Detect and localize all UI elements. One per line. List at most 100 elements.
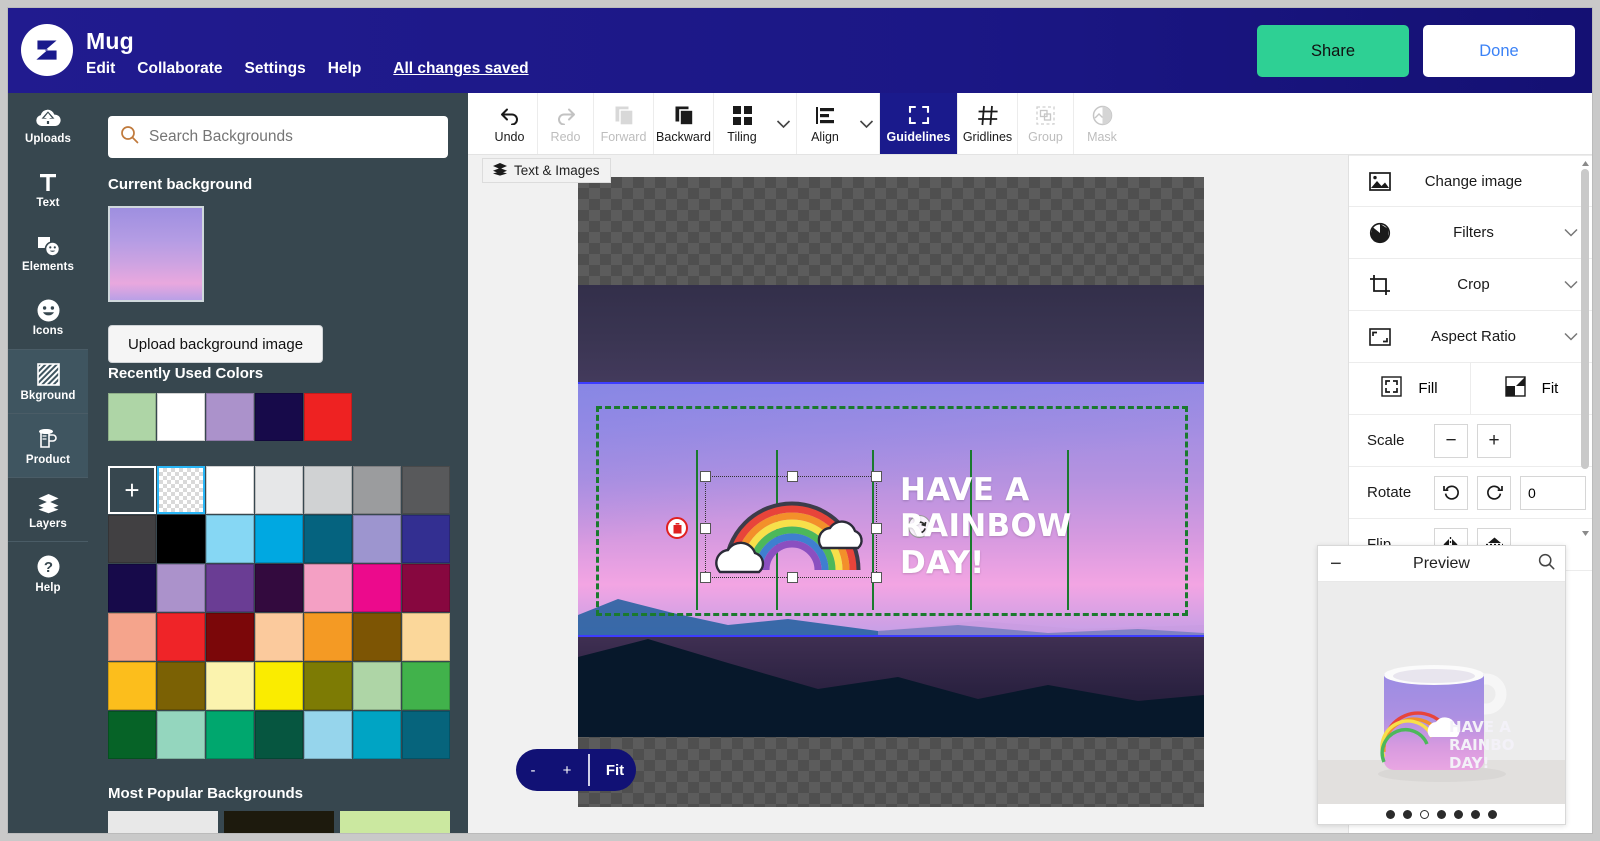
color-swatch[interactable] — [206, 613, 254, 661]
align-button[interactable]: Align — [797, 103, 853, 144]
sidebar-item-layers[interactable]: Layers — [8, 477, 88, 541]
resize-handle-ne[interactable] — [871, 471, 882, 482]
color-swatch[interactable] — [108, 564, 156, 612]
color-swatch[interactable] — [108, 515, 156, 563]
chevron-down-icon[interactable] — [1564, 328, 1578, 346]
color-swatch[interactable] — [255, 466, 303, 514]
color-swatch[interactable] — [206, 466, 254, 514]
add-custom-color-button[interactable]: + — [108, 466, 156, 514]
menu-help[interactable]: Help — [328, 60, 362, 78]
sidebar-item-uploads[interactable]: Uploads — [8, 93, 88, 157]
resize-handle-sw[interactable] — [700, 572, 711, 583]
color-swatch[interactable] — [402, 466, 450, 514]
guidelines-button[interactable]: Guidelines — [880, 93, 958, 154]
resize-handle-nw[interactable] — [700, 471, 711, 482]
selected-layer-tag[interactable]: Text & Images — [482, 158, 611, 183]
zoom-in-button[interactable]: + — [550, 749, 584, 791]
save-status-link[interactable]: All changes saved — [393, 60, 528, 78]
share-button[interactable]: Share — [1257, 25, 1409, 77]
upload-background-button[interactable]: Upload background image — [108, 325, 323, 363]
magnifier-icon[interactable] — [1538, 553, 1555, 575]
color-swatch[interactable] — [402, 564, 450, 612]
menu-collaborate[interactable]: Collaborate — [137, 60, 222, 78]
preview-pagination-dot[interactable] — [1454, 810, 1463, 819]
delete-selection-button[interactable] — [666, 517, 688, 539]
redo-button[interactable]: Redo — [538, 93, 594, 154]
preview-pagination-dot[interactable] — [1471, 810, 1480, 819]
chevron-down-icon[interactable] — [1564, 276, 1578, 294]
rotate-value-input[interactable] — [1520, 475, 1586, 510]
color-swatch[interactable] — [157, 564, 205, 612]
color-swatch[interactable] — [157, 515, 205, 563]
resize-handle-e[interactable] — [871, 523, 882, 534]
sidebar-item-elements[interactable]: Elements — [8, 221, 88, 285]
fit-button[interactable]: Fit — [1470, 363, 1592, 414]
sidebar-item-help[interactable]: ? Help — [8, 541, 88, 605]
undo-button[interactable]: Undo — [482, 93, 538, 154]
rotate-ccw-button[interactable] — [1434, 475, 1468, 510]
color-swatch[interactable] — [353, 515, 401, 563]
color-swatch[interactable] — [402, 613, 450, 661]
mask-button[interactable]: Mask — [1074, 93, 1130, 154]
search-backgrounds-field[interactable] — [108, 116, 448, 158]
preview-image[interactable]: HAVE A RAINBO DAY! — [1318, 582, 1565, 804]
preview-pagination-dot[interactable] — [1420, 810, 1429, 819]
sidebar-item-text[interactable]: Text — [8, 157, 88, 221]
recent-color-swatch[interactable] — [108, 393, 156, 441]
color-swatch[interactable] — [206, 662, 254, 710]
selection-bounding-box[interactable] — [700, 471, 882, 583]
menu-edit[interactable]: Edit — [86, 60, 115, 78]
color-swatch[interactable] — [353, 564, 401, 612]
design-stage[interactable]: HAVE A RAINBOW DAY! — [578, 177, 1204, 807]
design-artboard[interactable]: HAVE A RAINBOW DAY! — [578, 382, 1204, 637]
color-swatch[interactable] — [157, 662, 205, 710]
color-swatch[interactable] — [402, 711, 450, 759]
preview-pagination-dot[interactable] — [1488, 810, 1497, 819]
popular-background-thumbnail[interactable] — [340, 811, 450, 833]
color-swatch[interactable] — [304, 564, 352, 612]
color-swatch[interactable] — [206, 515, 254, 563]
search-input[interactable] — [149, 128, 436, 146]
color-swatch[interactable] — [304, 662, 352, 710]
color-swatch[interactable] — [255, 564, 303, 612]
scroll-down-arrow-icon[interactable] — [1579, 527, 1591, 539]
color-swatch[interactable] — [206, 564, 254, 612]
color-swatch[interactable] — [255, 662, 303, 710]
aspect-ratio-row[interactable]: Aspect Ratio — [1349, 311, 1592, 363]
color-swatch[interactable] — [206, 711, 254, 759]
resize-handle-s[interactable] — [787, 572, 798, 583]
right-panel-scrollbar-thumb[interactable] — [1581, 169, 1589, 469]
color-swatch[interactable] — [108, 662, 156, 710]
color-swatch[interactable] — [255, 613, 303, 661]
current-background-thumbnail[interactable] — [108, 206, 204, 302]
color-swatch[interactable] — [304, 613, 352, 661]
resize-handle-n[interactable] — [787, 471, 798, 482]
done-button[interactable]: Done — [1423, 25, 1575, 77]
color-swatch[interactable] — [402, 515, 450, 563]
resize-handle-w[interactable] — [700, 523, 711, 534]
preview-pagination-dot[interactable] — [1403, 810, 1412, 819]
color-swatch[interactable] — [353, 613, 401, 661]
zazzle-z-logo-icon[interactable] — [21, 24, 73, 76]
sidebar-item-bkground[interactable]: Bkground — [8, 349, 88, 413]
minimize-icon[interactable]: − — [1330, 554, 1342, 574]
change-image-row[interactable]: Change image — [1349, 155, 1592, 207]
rotate-cw-button[interactable] — [1477, 475, 1511, 510]
color-swatch[interactable] — [304, 711, 352, 759]
tiling-chevron-down-icon[interactable] — [770, 119, 796, 129]
scale-decrease-button[interactable]: − — [1434, 423, 1468, 458]
backward-button[interactable]: Backward — [654, 93, 714, 154]
transparent-color-swatch[interactable] — [157, 466, 205, 514]
color-swatch[interactable] — [353, 711, 401, 759]
forward-button[interactable]: Forward — [594, 93, 654, 154]
color-swatch[interactable] — [255, 711, 303, 759]
sidebar-item-product[interactable]: Product — [8, 413, 88, 477]
crop-row[interactable]: Crop — [1349, 259, 1592, 311]
preview-pagination-dot[interactable] — [1437, 810, 1446, 819]
color-swatch[interactable] — [353, 662, 401, 710]
align-chevron-down-icon[interactable] — [853, 119, 879, 129]
zoom-fit-button[interactable]: Fit — [594, 749, 636, 791]
recent-color-swatch[interactable] — [206, 393, 254, 441]
group-button[interactable]: Group — [1018, 93, 1074, 154]
scale-increase-button[interactable]: + — [1477, 423, 1511, 458]
